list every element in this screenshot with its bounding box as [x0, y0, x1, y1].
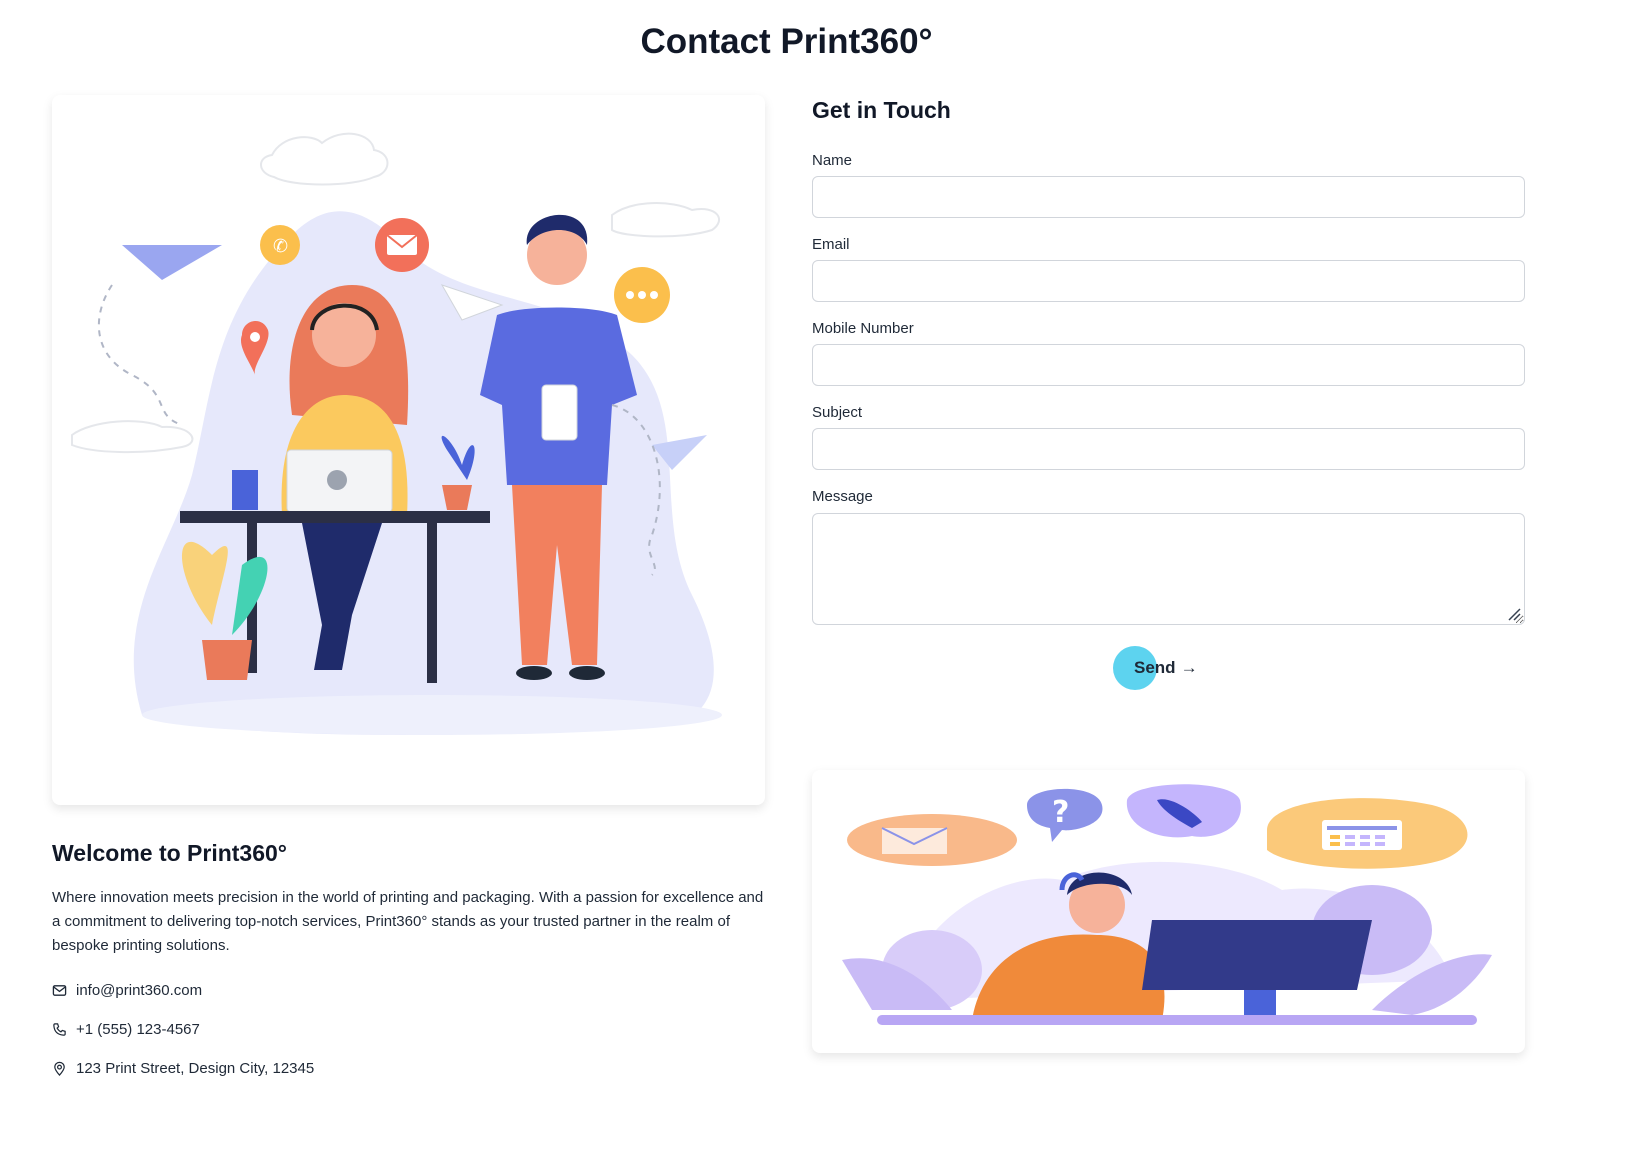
email-label: Email — [812, 236, 850, 253]
contact-address-text: 123 Print Street, Design City, 12345 — [76, 1060, 315, 1077]
email-field[interactable] — [812, 260, 1525, 302]
phone-icon — [53, 1023, 66, 1036]
mobile-number-label: Mobile Number — [812, 320, 914, 337]
page-title: Contact Print360° — [640, 22, 933, 61]
mail-icon — [52, 985, 67, 996]
form-title: Get in Touch — [812, 97, 951, 123]
svg-text:✆: ✆ — [273, 236, 288, 257]
svg-text:?: ? — [1052, 795, 1069, 830]
name-label: Name — [812, 152, 853, 169]
message-field[interactable] — [812, 513, 1525, 625]
contact-phone-text[interactable]: +1 (555) 123-4567 — [76, 1021, 200, 1038]
subject-field[interactable] — [812, 428, 1525, 470]
send-button-label: Send — [1134, 658, 1176, 677]
resize-handle-icon[interactable] — [1506, 606, 1522, 622]
support-illustration: ? — [812, 770, 1525, 1053]
contact-address: 123 Print Street, Design City, 12345 — [52, 1060, 314, 1077]
contact-email-text[interactable]: info@print360.com — [76, 982, 202, 999]
arrow-right-icon: → — [1180, 658, 1198, 677]
contact-email: info@print360.com — [52, 982, 202, 999]
name-field[interactable] — [812, 176, 1525, 218]
welcome-title: Welcome to Print360° — [52, 840, 288, 866]
contact-phone: +1 (555) 123-4567 — [52, 1021, 200, 1038]
hero-illustration: ✆ — [52, 95, 765, 805]
mobile-number-field[interactable] — [812, 344, 1525, 386]
welcome-text: Where innovation meets precision in the … — [52, 889, 764, 954]
send-button[interactable]: Send → — [1113, 645, 1213, 691]
subject-label: Subject — [812, 404, 863, 421]
map-pin-icon — [54, 1061, 65, 1076]
message-label: Message — [812, 488, 873, 505]
